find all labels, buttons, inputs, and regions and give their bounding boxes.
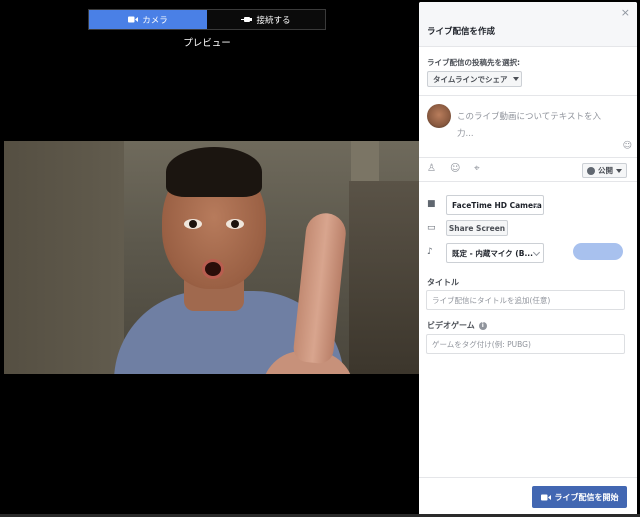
preview-wall bbox=[4, 141, 124, 374]
camera-preview bbox=[4, 141, 419, 374]
preview-person-eye-right bbox=[226, 219, 244, 229]
tag-people-icon[interactable]: ♙ bbox=[427, 164, 436, 174]
share-screen-button[interactable]: Share Screen bbox=[446, 220, 508, 236]
caret-down-icon bbox=[513, 77, 520, 81]
destination-label: ライブ配信の投稿先を選択: bbox=[427, 58, 520, 67]
preview-person-eye-left bbox=[184, 219, 202, 229]
tab-connect-label: 接続する bbox=[256, 15, 291, 26]
panel-header: ライブ配信を作成 × bbox=[419, 2, 637, 47]
compose-area: このライブ動画についてテキストを入力... ☺ bbox=[419, 95, 637, 157]
globe-icon bbox=[587, 166, 595, 175]
compose-input[interactable]: このライブ動画についてテキストを入力... bbox=[457, 109, 609, 143]
title-input[interactable]: ライブ配信にタイトルを追加(任意) bbox=[426, 290, 625, 310]
audience-button[interactable]: 公開 bbox=[582, 163, 627, 178]
preview-person-hair bbox=[166, 147, 262, 197]
compose-toolbar: ♙ ☺ ⌖ 公開 bbox=[419, 157, 637, 182]
create-live-panel: ライブ配信を作成 × ライブ配信の投稿先を選択: タイムラインでシェア このライ… bbox=[419, 2, 637, 515]
audience-label: 公開 bbox=[598, 166, 613, 175]
preview-shelf bbox=[349, 181, 419, 374]
preview-label: プレビュー bbox=[183, 38, 231, 49]
preview-door bbox=[351, 141, 379, 181]
camera-icon: ■ bbox=[427, 199, 436, 209]
destination-select[interactable]: タイムラインでシェア bbox=[427, 71, 522, 87]
title-label: タイトル bbox=[427, 278, 459, 287]
info-icon[interactable]: i bbox=[478, 321, 487, 330]
go-live-button[interactable]: ライブ配信を開始 bbox=[532, 486, 627, 508]
video-game-label-text: ビデオゲーム bbox=[427, 321, 475, 330]
location-pin-icon[interactable]: ⌖ bbox=[474, 164, 480, 174]
tab-camera-label: カメラ bbox=[142, 15, 168, 26]
source-tabs: カメラ 接続する bbox=[88, 9, 326, 30]
screen-icon: ▭ bbox=[427, 223, 436, 233]
caret-down-icon bbox=[616, 168, 622, 173]
chevron-down-icon bbox=[532, 248, 541, 257]
video-game-label: ビデオゲーム i bbox=[427, 320, 487, 331]
game-tag-input[interactable]: ゲームをタグ付け(例: PUBG) bbox=[426, 334, 625, 354]
connect-icon bbox=[241, 17, 253, 22]
destination-value: タイムラインでシェア bbox=[433, 74, 508, 84]
emoji-icon[interactable]: ☺ bbox=[623, 141, 632, 151]
camera-select[interactable]: FaceTime HD Camera bbox=[446, 195, 544, 215]
feeling-icon[interactable]: ☺ bbox=[450, 164, 460, 174]
avatar bbox=[427, 104, 451, 128]
microphone-icon: ♪ bbox=[427, 247, 433, 257]
go-live-label: ライブ配信を開始 bbox=[554, 492, 619, 502]
panel-title: ライブ配信を作成 bbox=[427, 27, 496, 37]
tab-camera[interactable]: カメラ bbox=[89, 10, 207, 29]
camera-device-value: FaceTime HD Camera bbox=[452, 200, 542, 210]
close-icon[interactable]: × bbox=[621, 7, 630, 18]
video-camera-icon bbox=[128, 16, 139, 23]
microphone-select[interactable]: 既定 - 内蔵マイク (B... bbox=[446, 243, 544, 263]
panel-footer: ライブ配信を開始 bbox=[419, 477, 637, 515]
audio-level-meter bbox=[573, 243, 623, 260]
preview-person-mouth bbox=[202, 259, 224, 279]
tab-connect[interactable]: 接続する bbox=[207, 10, 325, 29]
video-camera-icon bbox=[540, 494, 551, 500]
microphone-device-value: 既定 - 内蔵マイク (B... bbox=[452, 248, 533, 258]
